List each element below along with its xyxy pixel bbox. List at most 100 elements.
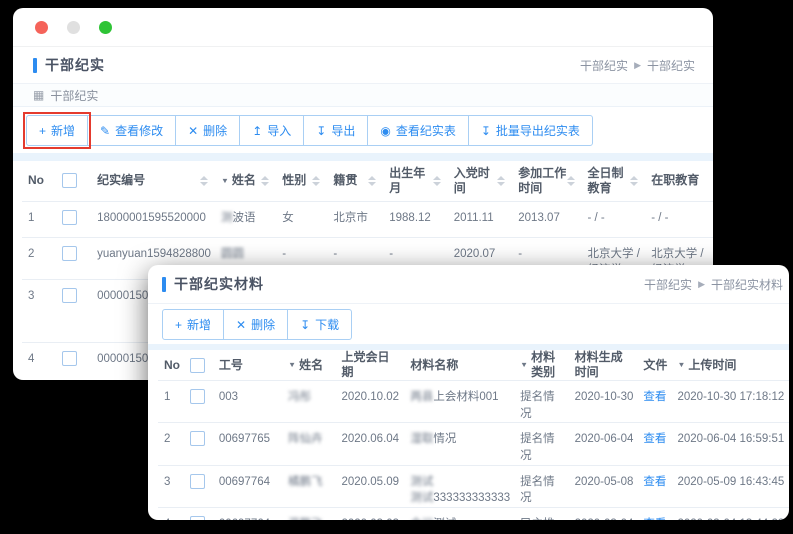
column-label: 文件: [643, 358, 667, 373]
delete-button[interactable]: ✕删除: [223, 309, 288, 340]
column-header-work-start-date[interactable]: 参加工作时间: [512, 161, 581, 201]
title-accent-bar: [162, 277, 166, 292]
cell-text: 女: [282, 212, 294, 224]
import-button[interactable]: ↥导入: [239, 115, 304, 146]
cell-text: 4: [28, 353, 34, 365]
table-row: 200697765阵仙卉2020.06.04湿取情况提名情况2020-06-04…: [158, 423, 789, 465]
column-header-fulltime-education[interactable]: 全日制教育: [582, 161, 646, 201]
cell-fulltime-education: - / -: [582, 201, 646, 237]
cell-text: 2020-05-09 16:43:45: [678, 476, 785, 488]
sort-asc-icon: [200, 176, 208, 180]
add-button[interactable]: +新增: [26, 115, 88, 146]
cell-upload-time: 2020-05-09 16:43:45: [672, 465, 790, 507]
view-link[interactable]: 查看: [643, 433, 666, 445]
column-header-select-all[interactable]: [56, 161, 91, 201]
row-checkbox[interactable]: [62, 246, 77, 261]
cell-text: 上会材料001: [433, 391, 498, 403]
filter-icon: ▼: [221, 176, 229, 185]
download-button[interactable]: ↧下载: [287, 309, 352, 340]
cell-name: 阵仙卉: [282, 423, 335, 465]
row-checkbox[interactable]: [62, 210, 77, 225]
row-checkbox[interactable]: [190, 431, 205, 446]
row-checkbox[interactable]: [190, 516, 205, 520]
cell-text: 003: [219, 391, 238, 403]
sort-desc-icon: [261, 182, 269, 186]
cell-employee-id: 00697764: [213, 508, 282, 520]
export-button[interactable]: ↧导出: [303, 115, 368, 146]
breadcrumb-item[interactable]: 干部纪实: [580, 57, 628, 74]
cell-text: 2020-03-04: [575, 518, 634, 520]
cell-no: 3: [158, 465, 184, 507]
column-header-upload-time: ▼上传时间: [672, 350, 790, 381]
delete-button[interactable]: ✕删除: [175, 115, 240, 146]
breadcrumb-item: 干部纪实材料: [711, 276, 783, 293]
breadcrumb-item[interactable]: 干部纪实: [644, 276, 692, 293]
cell-name: 测波语: [215, 201, 276, 237]
row-checkbox[interactable]: [62, 288, 77, 303]
sort-carets[interactable]: [261, 176, 272, 186]
cell-file: 查看: [637, 381, 671, 423]
column-header-select-all[interactable]: [184, 350, 213, 381]
view-link[interactable]: 查看: [643, 391, 666, 403]
sort-carets[interactable]: [200, 176, 211, 186]
view-edit-button[interactable]: ✎查看修改: [87, 115, 176, 146]
cell-party-meeting-date: 2020.06.04: [336, 423, 405, 465]
minimize-traffic-light[interactable]: [67, 21, 80, 34]
header-checkbox[interactable]: [190, 358, 205, 373]
page-title: 干部纪实: [45, 55, 105, 75]
row-checkbox[interactable]: [190, 389, 205, 404]
cell-text: 00697764: [219, 476, 270, 488]
sort-carets[interactable]: [433, 176, 444, 186]
column-header-party-join-date[interactable]: 入党时间: [448, 161, 513, 201]
sort-desc-icon: [433, 182, 441, 186]
column-header-native-place[interactable]: 籍贯: [327, 161, 383, 201]
sort-asc-icon: [312, 176, 320, 180]
sort-carets[interactable]: [497, 176, 508, 186]
sort-carets[interactable]: [312, 176, 323, 186]
table-row: 118000001595520000测波语女北京市1988.122011.112…: [22, 201, 713, 237]
add-button[interactable]: +新增: [162, 309, 224, 340]
column-header-record-id[interactable]: 纪实编号: [91, 161, 215, 201]
cell-select-all: [184, 508, 213, 520]
cell-no: 3: [22, 279, 56, 342]
cell-text: -: [389, 248, 393, 260]
column-header-name[interactable]: ▼姓名: [215, 161, 276, 201]
view-link[interactable]: 查看: [643, 518, 666, 520]
column-header-material-name: 材料名称: [404, 350, 514, 381]
maximize-traffic-light[interactable]: [99, 21, 112, 34]
button-label: 删除: [251, 316, 275, 333]
sort-carets[interactable]: [630, 176, 641, 186]
row-checkbox[interactable]: [62, 351, 77, 366]
header-checkbox[interactable]: [62, 173, 77, 188]
panel-strip: ▦ 干部纪实: [13, 84, 713, 107]
sort-carets[interactable]: [567, 176, 578, 186]
redacted-text: 两县: [410, 391, 433, 403]
sort-asc-icon: [433, 176, 441, 180]
table-row: 300697764橘鹏飞2020.05.09测试测试333333333333提名…: [158, 465, 789, 507]
breadcrumb: 干部纪实 ▶ 干部纪实: [580, 57, 695, 74]
front-page-header: 干部纪实材料 干部纪实 ▶ 干部纪实材料: [148, 265, 789, 304]
column-header-birth-date[interactable]: 出生年月: [383, 161, 448, 201]
column-header-gender[interactable]: 性别: [276, 161, 327, 201]
delete-icon: ✕: [188, 125, 198, 137]
cell-select-all: [184, 423, 213, 465]
redacted-text: 会议: [410, 518, 433, 520]
row-checkbox[interactable]: [190, 474, 205, 489]
view-link[interactable]: 查看: [643, 476, 666, 488]
sort-carets[interactable]: [368, 176, 379, 186]
button-label: 新增: [51, 122, 75, 139]
panel-label: 干部纪实: [50, 87, 98, 104]
cell-material-category: 民主推荐情况: [514, 508, 568, 520]
button-label: 查看修改: [115, 122, 163, 139]
column-header-party-meeting-date: 上党会日期: [336, 350, 405, 381]
batch-export-record-table-button[interactable]: ↧批量导出纪实表: [468, 115, 593, 146]
button-label: 导出: [331, 122, 355, 139]
close-traffic-light[interactable]: [35, 21, 48, 34]
cell-text: 提名情况: [520, 391, 555, 420]
front-table-wrap: No工号▼姓名上党会日期材料名称▼材料类别材料生成时间文件▼上传时间1003冯彤…: [148, 350, 789, 520]
cell-party-meeting-date: 2020.05.09: [336, 465, 405, 507]
view-record-table-button[interactable]: ◉查看纪实表: [367, 115, 469, 146]
cell-text: 情况: [433, 433, 456, 445]
cell-material-name: 会议测试: [404, 508, 514, 520]
column-header-file: 文件: [637, 350, 671, 381]
